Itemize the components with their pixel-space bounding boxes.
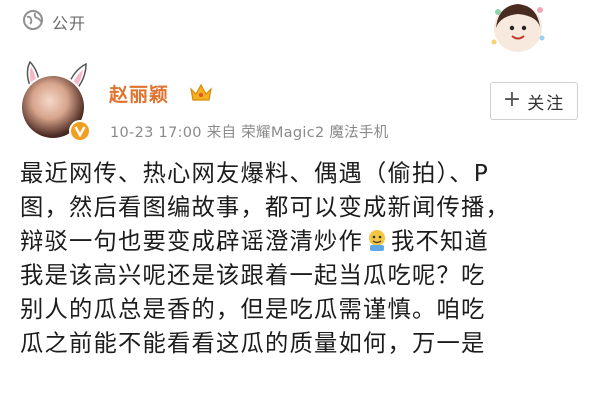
avatar-sticker-icon xyxy=(491,4,545,52)
user-avatar[interactable] xyxy=(14,60,102,146)
post-line: 辩驳一句也要变成辟谣澄清炒作 我不知道 xyxy=(20,225,595,259)
plus-icon: + xyxy=(502,87,522,112)
post-line: 别人的瓜总是香的，但是吃瓜需谨慎。咱吃 xyxy=(20,296,486,323)
post-line: 我是该高兴呢还是该跟着一起当瓜吃呢？吃 xyxy=(20,262,486,289)
globe-icon xyxy=(22,9,44,35)
verified-badge-icon xyxy=(69,120,91,142)
follow-label: 关注 xyxy=(527,93,566,114)
follow-button[interactable]: + 关注 xyxy=(490,82,578,120)
post-topbar: 公开 xyxy=(0,0,600,52)
post-line: 最近网传、热心网友爆料、偶遇（偷拍）、P xyxy=(20,160,490,187)
post-line: 图，然后看图编故事，都可以变成新闻传播， xyxy=(20,194,510,221)
post-body: 最近网传、热心网友爆料、偶遇（偷拍）、P 图，然后看图编故事，都可以变成新闻传播… xyxy=(20,157,595,361)
visibility-indicator[interactable]: 公开 xyxy=(22,9,86,35)
doge-emoji-icon xyxy=(368,230,385,251)
crown-vip-icon xyxy=(190,83,212,101)
post-line: 瓜之前能不能看看这瓜的质量如何，万一是 xyxy=(20,330,486,357)
post-line-text: 我不知道 xyxy=(390,228,489,255)
post-meta: 10-23 17:00 来自 荣耀Magic2 魔法手机 xyxy=(110,125,389,141)
visibility-label: 公开 xyxy=(52,14,87,33)
post-line-text: 辩驳一句也要变成辟谣澄清炒作 xyxy=(20,228,363,255)
username[interactable]: 赵丽颖 xyxy=(109,80,169,107)
